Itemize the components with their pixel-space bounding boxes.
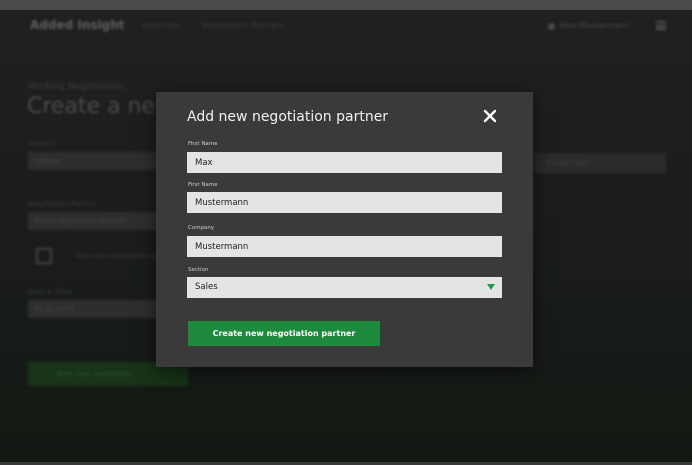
user-icon (548, 23, 555, 30)
last-name-input[interactable] (187, 192, 502, 213)
nav-user-name[interactable]: Max Mustermann (560, 21, 629, 30)
chevron-down-icon (487, 284, 495, 290)
section-label: Section (188, 267, 209, 273)
add-partner-modal: Add new negotiation partner First Name F… (156, 92, 533, 367)
bg-label-date: Date & Time (28, 288, 72, 296)
close-icon[interactable] (482, 108, 498, 124)
section-value: Sales (195, 282, 218, 292)
company-label: Company (188, 225, 215, 231)
create-partner-button[interactable]: Create new negotiation partner (188, 321, 380, 346)
company-input[interactable] (187, 236, 502, 257)
bg-label-subject: Subject (28, 140, 55, 148)
first-name-label: First Name (188, 141, 218, 147)
nav-link-negotiation-partners[interactable]: Negotiation Partners (202, 21, 284, 30)
bg-date-value: 01.01.2019 (34, 305, 75, 313)
section-select[interactable]: Sales (187, 277, 502, 298)
bg-add-partner-checkbox[interactable] (36, 248, 52, 264)
breadcrumb[interactable]: Working Negotiations (28, 82, 125, 92)
brand-logo[interactable]: Added Insight (30, 18, 125, 32)
nav-link-overview[interactable]: Overview (142, 21, 180, 30)
last-name-label: First Name (188, 182, 218, 188)
window-top-strip (0, 0, 692, 10)
hamburger-icon[interactable] (656, 21, 666, 30)
first-name-input[interactable] (187, 152, 502, 173)
bg-start-negotiation-label: Start new negotiation (56, 370, 132, 378)
top-navigation: Added Insight Overview Negotiation Partn… (0, 10, 692, 44)
bg-label-partner: Negotiation Partner (28, 200, 97, 208)
modal-title: Add new negotiation partner (187, 109, 389, 125)
bg-right-field[interactable]: Mustermann (534, 153, 666, 173)
bg-subject-value: Subject (34, 157, 61, 165)
page-title: Create a new (27, 94, 174, 119)
bg-partner-value: Select negotiation partner (34, 217, 126, 225)
bg-right-field-value: Mustermann (546, 159, 590, 167)
app-page: Added Insight Overview Negotiation Partn… (0, 10, 692, 462)
